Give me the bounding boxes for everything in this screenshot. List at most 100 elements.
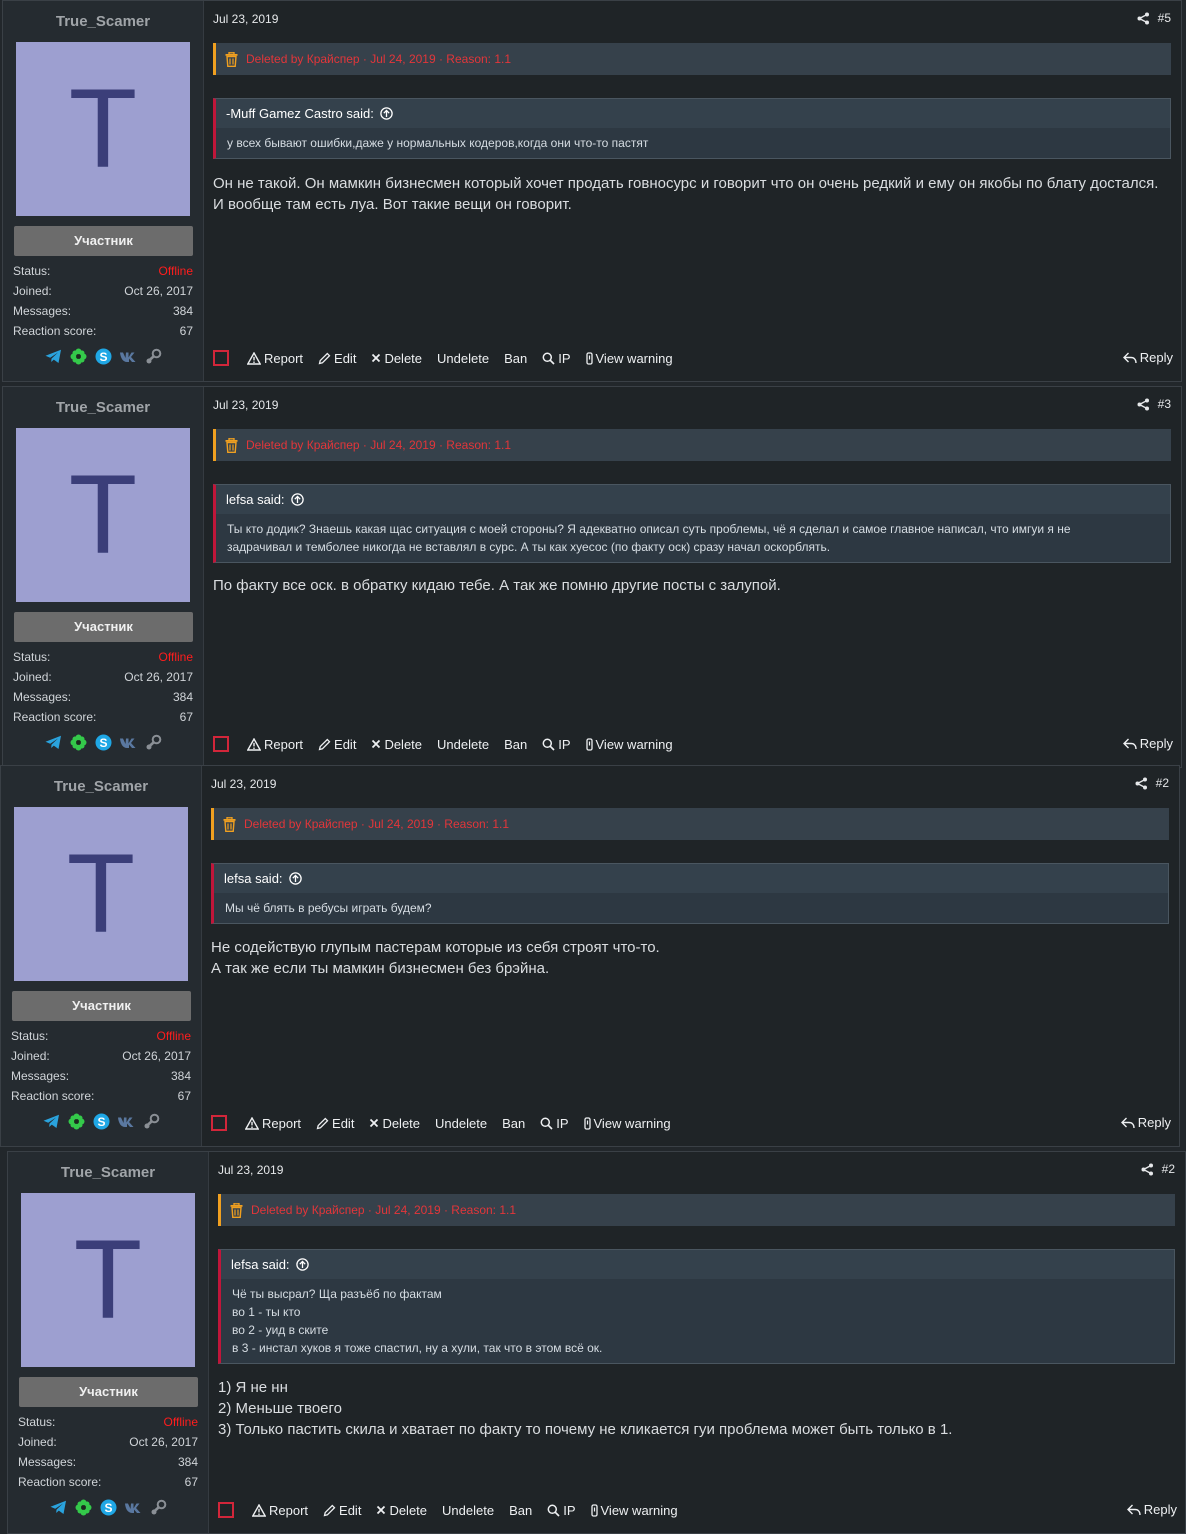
telegram-icon[interactable] bbox=[42, 1112, 61, 1131]
post-number-link[interactable]: #2 bbox=[1162, 1162, 1175, 1176]
ip-button[interactable]: IP bbox=[542, 351, 571, 366]
view-warning-label: View warning bbox=[595, 350, 673, 366]
username-link[interactable]: True_Scamer bbox=[1, 778, 201, 795]
report-button[interactable]: Report bbox=[247, 351, 303, 366]
share-icon[interactable] bbox=[1137, 398, 1150, 411]
status-label: Status: bbox=[13, 264, 51, 278]
quote-text: у всех бывают ошибки,даже у нормальных к… bbox=[216, 128, 1170, 158]
icq-icon[interactable] bbox=[69, 733, 88, 752]
delete-button[interactable]: Delete bbox=[376, 1503, 427, 1518]
undelete-button[interactable]: Undelete bbox=[437, 351, 489, 366]
username-link[interactable]: True_Scamer bbox=[3, 399, 203, 416]
telegram-icon[interactable] bbox=[49, 1498, 68, 1517]
ip-button[interactable]: IP bbox=[540, 1116, 569, 1131]
report-button[interactable]: Report bbox=[245, 1116, 301, 1131]
telegram-icon[interactable] bbox=[44, 733, 63, 752]
reply-button[interactable]: Reply bbox=[1122, 736, 1173, 751]
steam-icon[interactable] bbox=[149, 1498, 168, 1517]
skype-icon[interactable]: S bbox=[99, 1498, 118, 1517]
view-warning-button[interactable]: View warning bbox=[583, 1116, 671, 1131]
edit-button[interactable]: Edit bbox=[316, 1116, 354, 1131]
telegram-icon[interactable] bbox=[44, 347, 63, 366]
jump-to-quote-icon[interactable] bbox=[290, 493, 304, 506]
select-post-checkbox[interactable] bbox=[213, 736, 229, 752]
messages-value[interactable]: 384 bbox=[173, 687, 193, 707]
ip-button[interactable]: IP bbox=[542, 736, 571, 752]
undelete-button[interactable]: Undelete bbox=[435, 1116, 487, 1131]
skype-icon[interactable]: S bbox=[94, 347, 113, 366]
select-post-checkbox[interactable] bbox=[218, 1502, 234, 1518]
skype-icon[interactable]: S bbox=[92, 1112, 111, 1131]
icq-icon[interactable] bbox=[67, 1112, 86, 1131]
edit-button[interactable]: Edit bbox=[323, 1503, 361, 1518]
undelete-button[interactable]: Undelete bbox=[437, 737, 489, 752]
ban-button[interactable]: Ban bbox=[504, 737, 527, 752]
post-number-link[interactable]: #3 bbox=[1158, 397, 1171, 411]
messages-label: Messages: bbox=[18, 1455, 77, 1469]
ip-label: IP bbox=[558, 736, 571, 752]
steam-icon[interactable] bbox=[142, 1112, 161, 1131]
icq-icon[interactable] bbox=[74, 1498, 93, 1517]
username-link[interactable]: True_Scamer bbox=[3, 13, 203, 30]
vk-icon[interactable] bbox=[117, 1112, 136, 1131]
messages-value[interactable]: 384 bbox=[171, 1066, 191, 1086]
select-post-checkbox[interactable] bbox=[211, 1115, 227, 1131]
ban-button[interactable]: Ban bbox=[504, 351, 527, 366]
vk-icon[interactable] bbox=[119, 347, 138, 366]
avatar[interactable]: T bbox=[16, 428, 190, 602]
close-icon bbox=[376, 1505, 386, 1515]
post-date-link[interactable]: Jul 23, 2019 bbox=[211, 777, 276, 791]
delete-button[interactable]: Delete bbox=[371, 351, 422, 366]
share-icon[interactable] bbox=[1141, 1163, 1154, 1176]
report-button[interactable]: Report bbox=[247, 737, 303, 752]
undelete-button[interactable]: Undelete bbox=[442, 1503, 494, 1518]
trash-icon bbox=[225, 51, 238, 67]
share-icon[interactable] bbox=[1135, 777, 1148, 790]
post-number-link[interactable]: #5 bbox=[1158, 11, 1171, 25]
ban-button[interactable]: Ban bbox=[502, 1116, 525, 1131]
share-icon[interactable] bbox=[1137, 12, 1150, 25]
edit-button[interactable]: Edit bbox=[318, 351, 356, 366]
select-post-checkbox[interactable] bbox=[213, 350, 229, 366]
steam-icon[interactable] bbox=[144, 733, 163, 752]
quote-header[interactable]: lefsa said: bbox=[221, 1250, 1174, 1279]
quote-header[interactable]: lefsa said: bbox=[214, 864, 1168, 893]
avatar[interactable]: T bbox=[16, 42, 190, 216]
reaction-score-value: 67 bbox=[179, 710, 193, 724]
quote-header[interactable]: lefsa said: bbox=[216, 485, 1170, 514]
avatar[interactable]: T bbox=[21, 1193, 195, 1367]
messages-value[interactable]: 384 bbox=[178, 1452, 198, 1472]
reaction-score-value: 67 bbox=[179, 324, 193, 338]
icq-icon[interactable] bbox=[69, 347, 88, 366]
edit-button[interactable]: Edit bbox=[318, 737, 356, 752]
messages-value[interactable]: 384 bbox=[173, 301, 193, 321]
avatar[interactable]: T bbox=[14, 807, 188, 981]
post-date-link[interactable]: Jul 23, 2019 bbox=[213, 12, 278, 26]
steam-icon[interactable] bbox=[144, 347, 163, 366]
ip-button[interactable]: IP bbox=[547, 1503, 576, 1518]
username-link[interactable]: True_Scamer bbox=[8, 1164, 208, 1181]
reply-button[interactable]: Reply bbox=[1126, 1502, 1177, 1517]
quote-header[interactable]: -Muff Gamez Castro said: bbox=[216, 99, 1170, 128]
report-label: Report bbox=[262, 1115, 302, 1131]
reply-button[interactable]: Reply bbox=[1122, 350, 1173, 365]
message-post: True_Scamer T Участник Status: Offline Jo… bbox=[2, 386, 1182, 768]
jump-to-quote-icon[interactable] bbox=[295, 1258, 309, 1271]
jump-to-quote-icon[interactable] bbox=[288, 872, 302, 885]
vk-icon[interactable] bbox=[124, 1498, 143, 1517]
delete-button[interactable]: Delete bbox=[371, 737, 422, 752]
delete-button[interactable]: Delete bbox=[369, 1116, 420, 1131]
view-warning-button[interactable]: View warning bbox=[590, 1503, 678, 1518]
jump-to-quote-icon[interactable] bbox=[380, 107, 393, 120]
view-warning-button[interactable]: View warning bbox=[585, 350, 673, 366]
post-number-link[interactable]: #2 bbox=[1156, 776, 1169, 790]
post-header-right: #5 bbox=[1137, 11, 1171, 25]
view-warning-button[interactable]: View warning bbox=[585, 737, 673, 752]
vk-icon[interactable] bbox=[119, 733, 138, 752]
skype-icon[interactable]: S bbox=[94, 733, 113, 752]
ban-button[interactable]: Ban bbox=[509, 1503, 532, 1518]
post-date-link[interactable]: Jul 23, 2019 bbox=[213, 398, 278, 412]
post-date-link[interactable]: Jul 23, 2019 bbox=[218, 1163, 283, 1177]
report-button[interactable]: Report bbox=[252, 1503, 308, 1518]
reply-button[interactable]: Reply bbox=[1120, 1115, 1171, 1130]
